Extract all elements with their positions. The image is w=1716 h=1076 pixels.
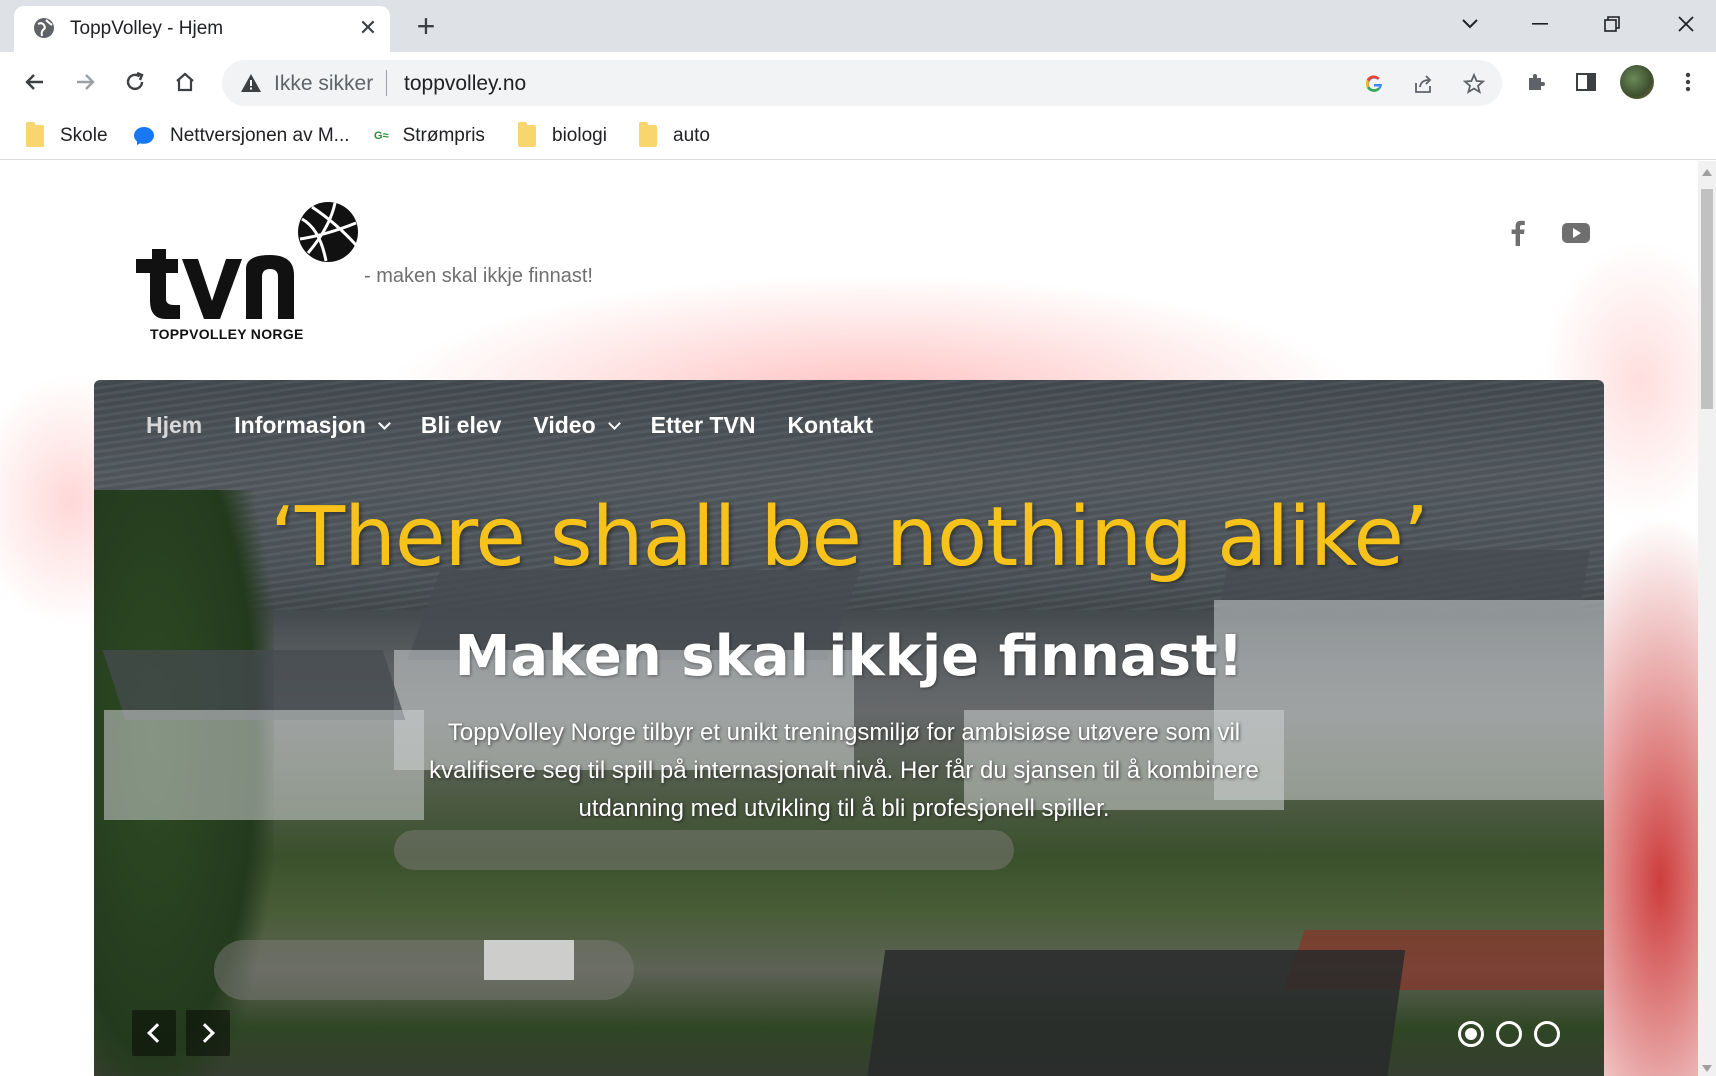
home-icon[interactable] <box>167 64 203 100</box>
nav-label: Kontakt <box>787 412 874 438</box>
menu-kebab-icon[interactable] <box>1670 64 1706 100</box>
hero-sports-hall <box>862 950 1406 1076</box>
share-icon[interactable] <box>1410 70 1438 98</box>
tab-close-icon[interactable]: ✕ <box>354 14 382 42</box>
nav-item-etter-tvn[interactable]: Etter TVN <box>651 412 756 439</box>
main-nav: Hjem Informasjon Bli elev Video Etter TV… <box>146 412 873 439</box>
google-lens-icon[interactable] <box>1360 70 1388 98</box>
strompris-icon: G≈ <box>374 130 389 142</box>
warning-icon[interactable] <box>240 72 262 94</box>
browser-tab-active[interactable]: ToppVolley - Hjem ✕ <box>14 6 390 52</box>
browser-toolbar: Ikke sikker toppvolley.no <box>0 52 1716 112</box>
hero-title: Maken skal ikkje finnast! <box>454 624 1244 689</box>
restore-icon[interactable] <box>1592 6 1632 42</box>
slider-next-button[interactable] <box>186 1010 230 1056</box>
nav-label: Etter TVN <box>650 412 756 438</box>
hero-road <box>394 830 1014 870</box>
nav-item-informasjon[interactable]: Informasjon <box>234 412 391 439</box>
nav-item-hjem[interactable]: Hjem <box>146 412 202 439</box>
slider-dot-3[interactable] <box>1534 1021 1560 1047</box>
tab-strip: ToppVolley - Hjem ✕ + <box>0 0 1716 52</box>
messenger-icon <box>134 127 154 145</box>
chevron-down-icon <box>607 416 621 430</box>
chevron-down-icon <box>378 416 391 430</box>
bookmark-star-icon[interactable] <box>1460 70 1488 98</box>
bookmark-label: auto <box>673 125 710 146</box>
bookmark-label: Strømpris <box>402 125 485 146</box>
address-bar[interactable]: Ikke sikker toppvolley.no <box>222 60 1502 106</box>
security-label[interactable]: Ikke sikker <box>274 72 373 96</box>
nav-label: Hjem <box>146 412 203 438</box>
site-tagline: - maken skal ikkje finnast! <box>364 265 593 287</box>
folder-icon <box>518 122 536 147</box>
globe-icon <box>34 18 54 38</box>
bookmark-label: Nettversjonen av M... <box>170 125 350 146</box>
scroll-up-icon[interactable] <box>1702 169 1712 176</box>
folder-icon <box>639 122 657 147</box>
slider-dot-2[interactable] <box>1496 1021 1522 1047</box>
hero-building <box>104 710 424 820</box>
nav-item-video[interactable]: Video <box>533 412 621 439</box>
url-text[interactable]: toppvolley.no <box>404 72 526 96</box>
bookmarks-bar: Skole Nettversjonen av M... G≈ Strømpris… <box>0 112 1716 160</box>
extensions-icon[interactable] <box>1518 64 1554 100</box>
hero-slider: Hjem Informasjon Bli elev Video Etter TV… <box>94 380 1604 1076</box>
omnibox-divider <box>386 70 387 96</box>
chevron-right-icon <box>195 1023 215 1043</box>
back-icon[interactable] <box>17 64 53 100</box>
tab-title: ToppVolley - Hjem <box>70 18 224 39</box>
scroll-thumb[interactable] <box>1701 189 1713 409</box>
nav-item-kontakt[interactable]: Kontakt <box>787 412 873 439</box>
youtube-icon[interactable] <box>1560 217 1592 249</box>
page-scrollbar[interactable] <box>1698 161 1716 1076</box>
bookmark-biologi[interactable]: biologi <box>518 121 607 151</box>
slider-dot-1[interactable] <box>1458 1021 1484 1047</box>
nav-label: Informasjon <box>234 412 366 438</box>
nav-label: Video <box>533 412 596 438</box>
hero-description: ToppVolley Norge tilbyr et unikt trening… <box>429 719 1259 822</box>
new-tab-icon[interactable]: + <box>410 8 442 44</box>
nav-label: Bli elev <box>420 412 502 438</box>
minimize-icon[interactable] <box>1520 6 1560 42</box>
bookmark-skole[interactable]: Skole <box>26 121 108 151</box>
bookmark-auto[interactable]: auto <box>639 121 710 151</box>
bookmark-messenger[interactable]: Nettversjonen av M... <box>132 121 350 151</box>
close-window-icon[interactable] <box>1666 6 1706 42</box>
bookmark-strompris[interactable]: G≈ Strømpris <box>374 121 485 151</box>
logo-text: TOPPVOLLEY NORGE <box>150 326 304 342</box>
scroll-down-icon[interactable] <box>1702 1065 1712 1072</box>
side-panel-icon[interactable] <box>1568 64 1604 100</box>
web-page: TOPPVOLLEY NORGE - maken skal ikkje finn… <box>0 161 1698 1076</box>
hero-camper <box>484 940 574 980</box>
bookmark-label: biologi <box>552 125 607 146</box>
folder-icon <box>26 122 44 147</box>
reload-icon[interactable] <box>117 64 153 100</box>
bookmark-label: Skole <box>60 125 108 146</box>
tab-search-chevron-icon[interactable] <box>1450 6 1490 42</box>
tvn-logo-mark <box>136 202 358 319</box>
slider-prev-button[interactable] <box>132 1010 176 1056</box>
forward-icon[interactable] <box>67 64 103 100</box>
profile-avatar[interactable] <box>1620 65 1654 99</box>
hero-quote: ‘There shall be nothing alike’ <box>269 490 1429 585</box>
facebook-icon[interactable] <box>1502 217 1534 249</box>
nav-item-bli-elev[interactable]: Bli elev <box>421 412 502 439</box>
tvn-logo[interactable]: TOPPVOLLEY NORGE <box>130 201 370 351</box>
chevron-left-icon <box>147 1023 167 1043</box>
